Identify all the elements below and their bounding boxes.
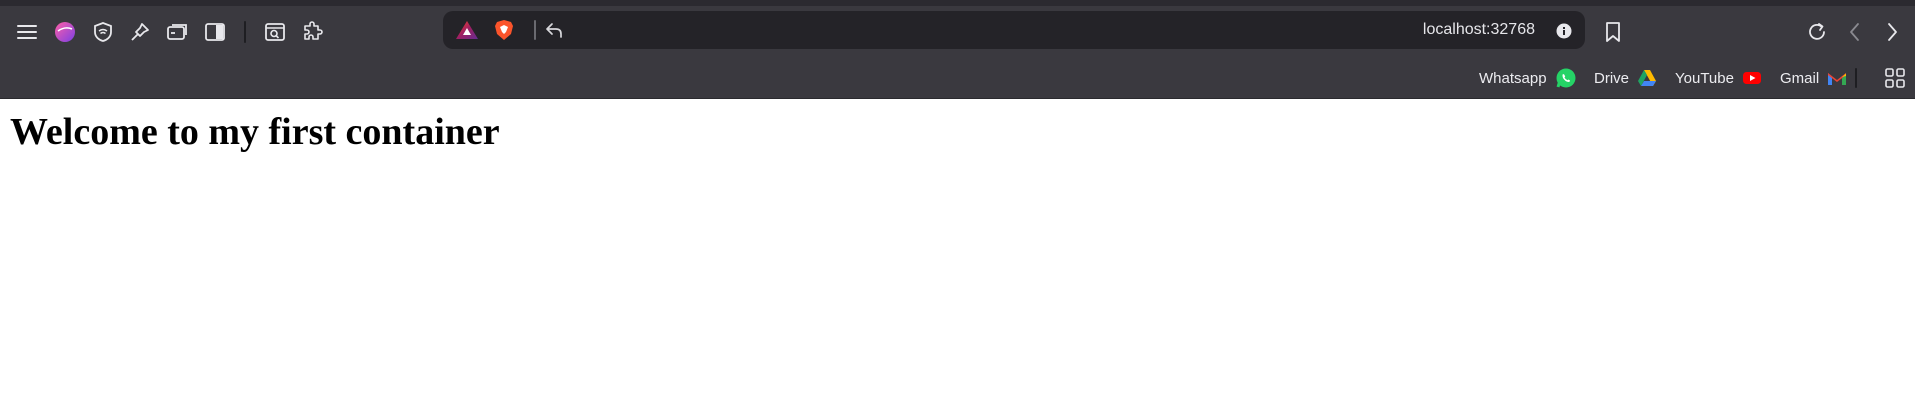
whatsapp-icon — [1555, 67, 1577, 89]
shield-icon[interactable] — [91, 20, 115, 44]
bookmark-label: Whatsapp — [1479, 69, 1547, 87]
site-info-icon[interactable] — [1555, 22, 1573, 40]
gmail-icon — [1827, 70, 1847, 86]
bookmarks-bar: Whatsapp Drive YouTube Gmail — [0, 58, 1915, 99]
drive-icon — [1637, 69, 1657, 87]
forward-icon[interactable] — [1880, 20, 1904, 44]
pin-icon[interactable] — [128, 20, 152, 44]
address-bar[interactable]: localhost:32768 — [443, 11, 1585, 49]
bookmark-gmail[interactable]: Gmail — [1780, 58, 1847, 98]
back-icon[interactable] — [1843, 20, 1867, 44]
bookmark-whatsapp[interactable]: Whatsapp — [1479, 58, 1577, 98]
bookmark-drive[interactable]: Drive — [1594, 58, 1657, 98]
toolbar-separator — [244, 21, 246, 43]
profile-avatar-icon[interactable] — [53, 20, 77, 44]
share-icon[interactable] — [543, 20, 565, 40]
bookmark-youtube[interactable]: YouTube — [1675, 58, 1762, 98]
bookmark-label: Gmail — [1780, 69, 1820, 87]
urlbar-separator — [534, 20, 536, 40]
page-heading: Welcome to my first container — [10, 111, 500, 153]
all-bookmarks-icon[interactable] — [1883, 66, 1907, 90]
sidebar-icon[interactable] — [203, 20, 227, 44]
bookmark-label: Drive — [1594, 69, 1630, 87]
browser-toolbar: localhost:32768 — [0, 6, 1915, 58]
bookmark-page-icon[interactable] — [1601, 20, 1625, 44]
reload-icon[interactable] — [1805, 20, 1829, 44]
url-text[interactable]: localhost:32768 — [1423, 11, 1535, 49]
extensions-icon[interactable] — [301, 20, 325, 44]
brave-rewards-icon[interactable] — [455, 19, 479, 41]
youtube-icon — [1742, 70, 1762, 86]
menu-icon[interactable] — [14, 20, 40, 44]
tab-search-icon[interactable] — [263, 20, 287, 44]
tab-icon[interactable] — [165, 20, 189, 44]
bookmarks-separator — [1855, 68, 1857, 88]
bookmark-label: YouTube — [1675, 69, 1734, 87]
brave-shields-icon[interactable] — [493, 19, 515, 41]
